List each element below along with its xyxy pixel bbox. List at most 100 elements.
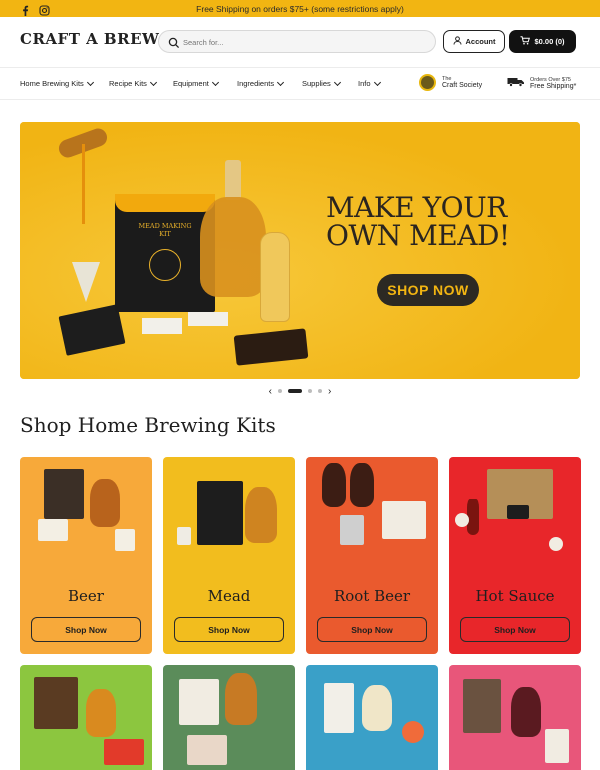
hero-headline: MAKE YOUR OWN MEAD!	[326, 191, 510, 252]
truck-icon	[507, 74, 525, 92]
carousel-controls: ‹ ›	[0, 386, 600, 397]
beer-kit-image	[20, 457, 152, 582]
society-line2: Craft Society	[442, 82, 483, 89]
hero-banner[interactable]: MEAD MAKING KIT MAKE YOUR OWN MEAD! SHOP…	[20, 122, 580, 379]
kit-card-image	[188, 312, 228, 326]
carousel-dot[interactable]	[308, 389, 312, 393]
announcement-bar: Free Shipping on orders $75+ (some restr…	[0, 0, 600, 17]
facebook-icon[interactable]	[20, 3, 31, 16]
packet-shape	[115, 529, 135, 551]
nav-item-recipe-kits[interactable]: Recipe Kits	[109, 78, 157, 88]
product-card-root-beer[interactable]: Root Beer Shop Now	[306, 457, 438, 654]
product-name: Root Beer	[333, 587, 411, 605]
kit-box-shape	[382, 501, 426, 539]
nav-item-info[interactable]: Info	[358, 78, 381, 88]
main-nav: Home Brewing Kits Recipe Kits Equipment …	[0, 67, 600, 100]
carousel-dot-active[interactable]	[288, 389, 302, 393]
instagram-icon[interactable]	[39, 3, 50, 16]
nav-label: Equipment	[173, 79, 209, 88]
search-bar[interactable]	[158, 30, 436, 53]
logo[interactable]: CRAFT A BREW	[20, 30, 159, 48]
chevron-left-icon[interactable]: ‹	[269, 386, 272, 397]
hot-sauce-kit-image	[449, 457, 581, 582]
jug-shape	[362, 685, 392, 731]
carousel-dot[interactable]	[278, 389, 282, 393]
shop-now-button[interactable]: Shop Now	[317, 617, 427, 642]
chevron-down-icon	[149, 78, 157, 86]
product-card-mead[interactable]: Mead Shop Now	[163, 457, 295, 654]
nav-label: Ingredients	[237, 79, 275, 88]
kit-box-shape	[463, 679, 501, 733]
product-card-cider[interactable]	[20, 665, 152, 770]
shop-now-button[interactable]: Shop Now	[31, 617, 141, 642]
product-card-beer[interactable]: Beer Shop Now	[20, 457, 152, 654]
sauce-bottle-shape	[467, 499, 479, 535]
chevron-right-icon[interactable]: ›	[328, 386, 331, 397]
cart-button[interactable]: $0.00 (0)	[509, 30, 576, 53]
kit-box-shape	[197, 481, 243, 545]
carousel-dot[interactable]	[318, 389, 322, 393]
shipping-line2: Free Shipping*	[530, 82, 577, 90]
product-card-kombucha[interactable]	[163, 665, 295, 770]
nav-label: Supplies	[302, 79, 331, 88]
account-button[interactable]: Account	[443, 30, 505, 53]
shop-now-button[interactable]: SHOP NOW	[377, 274, 479, 306]
free-shipping-info: Orders Over $75 Free Shipping*	[507, 74, 576, 92]
bottle-shape	[322, 463, 346, 507]
jug-shape	[245, 487, 277, 543]
mead-jug-image	[200, 197, 266, 297]
jug-shape	[90, 479, 120, 527]
honey-drip-decoration	[115, 194, 215, 212]
nav-label: Home Brewing Kits	[20, 79, 84, 88]
funnel-shape	[177, 527, 191, 545]
garlic-shape	[455, 513, 469, 527]
packet-shape	[187, 735, 227, 765]
cart-icon	[520, 36, 531, 47]
account-label: Account	[465, 37, 496, 46]
cart-total: $0.00 (0)	[534, 37, 565, 46]
kit-label-shape	[507, 505, 529, 519]
shop-now-button[interactable]: Shop Now	[460, 617, 570, 642]
bottle-shape	[350, 463, 374, 507]
section-title: Shop Home Brewing Kits	[20, 413, 276, 437]
mead-kit-image	[163, 457, 295, 582]
airlock-image	[225, 160, 241, 200]
nav-item-home-brewing-kits[interactable]: Home Brewing Kits	[20, 78, 94, 88]
product-name: Beer	[68, 587, 104, 605]
kit-box-shape	[34, 677, 78, 729]
packet-shape	[340, 515, 364, 545]
jug-shape	[511, 687, 541, 737]
bee-emblem-icon	[149, 249, 181, 281]
garlic-shape	[549, 537, 563, 551]
funnel-image	[72, 262, 100, 302]
jug-shape	[86, 689, 116, 737]
nav-item-supplies[interactable]: Supplies	[302, 78, 341, 88]
kit-card-image	[142, 318, 182, 334]
chevron-down-icon	[86, 78, 94, 86]
product-card-hot-sauce[interactable]: Hot Sauce Shop Now	[449, 457, 581, 654]
kit-box-shape	[324, 683, 354, 733]
nav-item-ingredients[interactable]: Ingredients	[237, 78, 285, 88]
shop-now-button[interactable]: Shop Now	[174, 617, 284, 642]
chevron-down-icon	[373, 78, 381, 86]
nav-label: Info	[358, 79, 371, 88]
kit-box-label: MEAD MAKING KIT	[138, 222, 192, 238]
product-name: Mead	[207, 587, 251, 605]
product-card-wine[interactable]	[449, 665, 581, 770]
packet-shape	[38, 519, 68, 541]
product-card-seltzer[interactable]	[306, 665, 438, 770]
packet-shape	[104, 739, 144, 765]
search-input[interactable]	[183, 34, 423, 50]
honey-drip-image	[82, 144, 85, 224]
root-beer-kit-image	[306, 457, 438, 582]
nav-item-equipment[interactable]: Equipment	[173, 78, 219, 88]
craft-society-link[interactable]: The Craft Society	[419, 74, 482, 91]
packet-shape	[545, 729, 569, 763]
product-name: Hot Sauce	[475, 587, 555, 605]
kit-box-shape	[179, 679, 219, 725]
announcement-text: Free Shipping on orders $75+ (some restr…	[196, 3, 404, 14]
citrus-shape	[402, 721, 424, 743]
chevron-down-icon	[277, 78, 285, 86]
search-icon	[168, 36, 180, 49]
site-header: CRAFT A BREW Account $0.00 (0)	[0, 17, 600, 67]
